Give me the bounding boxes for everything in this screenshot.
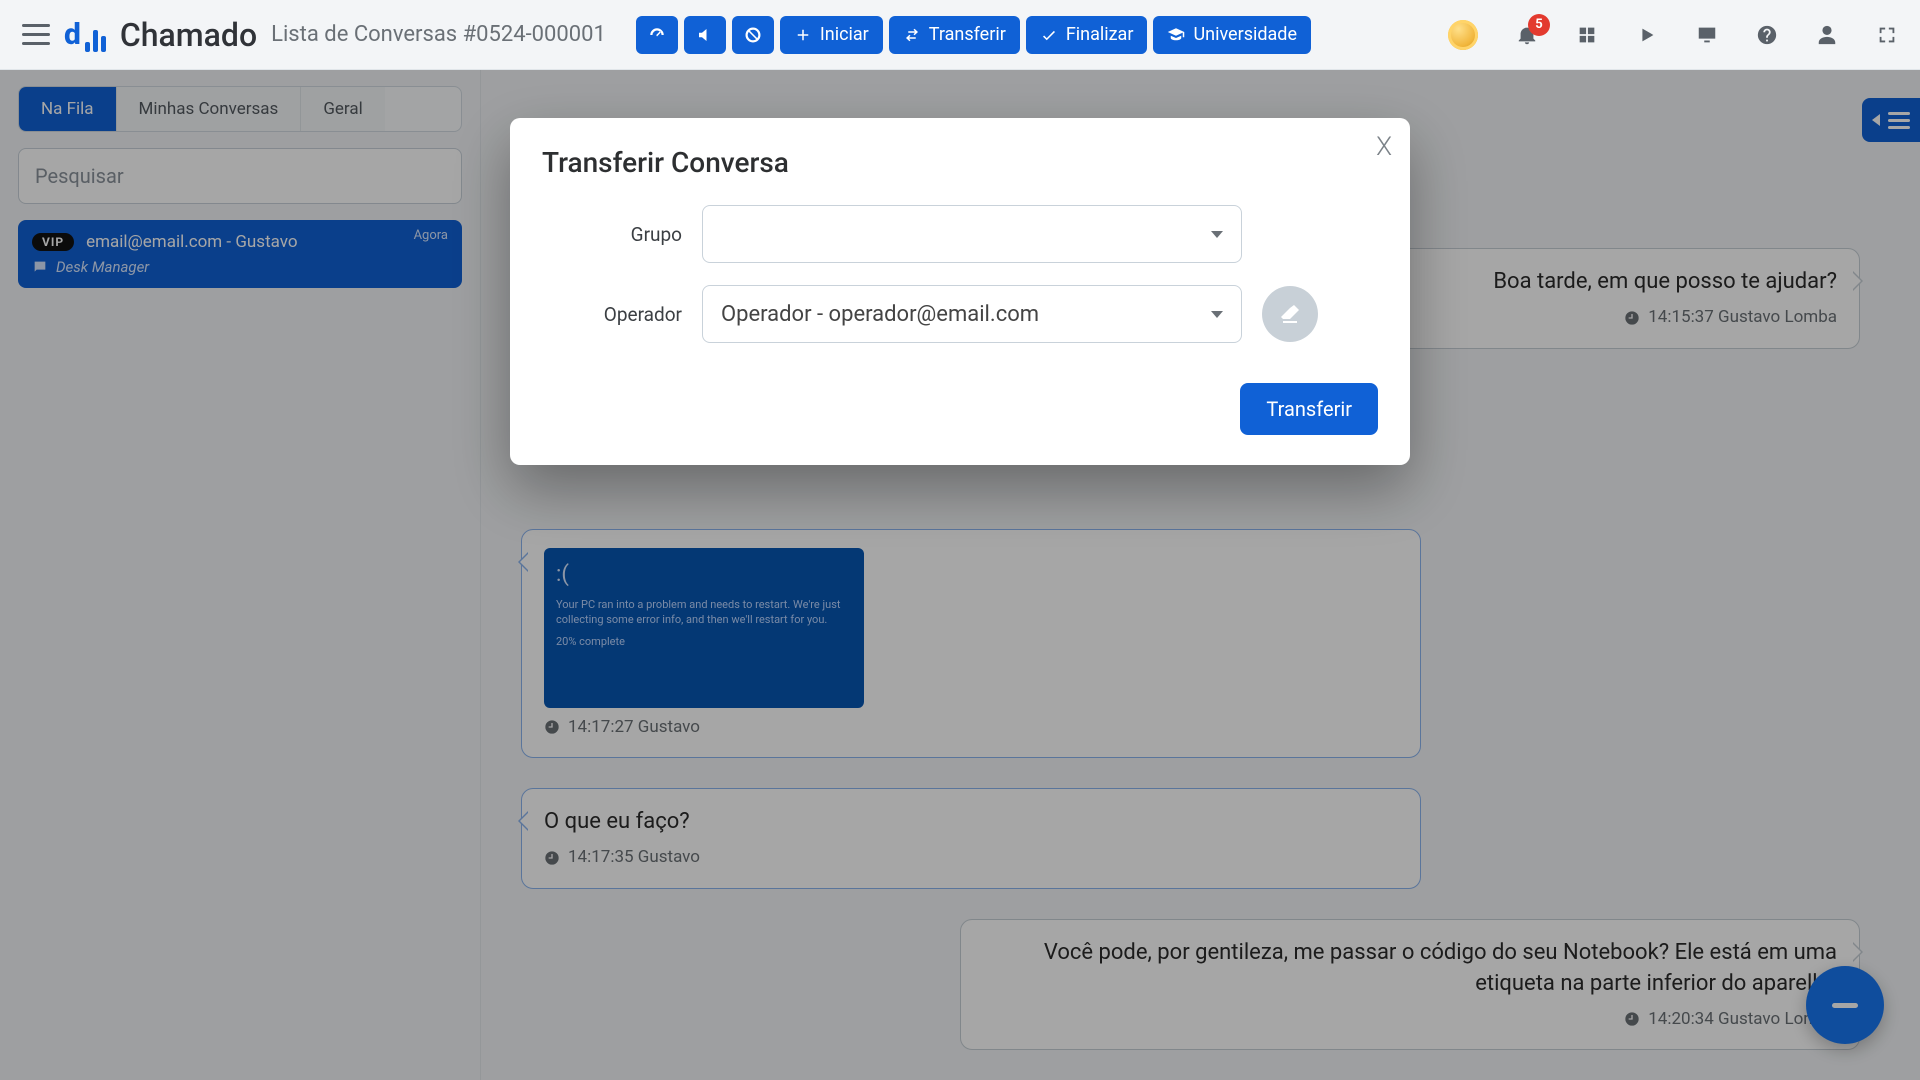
transfer-button[interactable]: Transferir (889, 16, 1020, 54)
expand-icon (1876, 24, 1898, 46)
utility-icons: 5 (1448, 20, 1898, 50)
topbar: d Chamado Lista de Conversas #0524-00000… (0, 0, 1920, 70)
coins-indicator[interactable] (1448, 20, 1478, 50)
help-icon (1756, 24, 1778, 46)
clear-operator-button[interactable] (1262, 286, 1318, 342)
dashboard-button[interactable] (636, 16, 678, 54)
form-row-operator: Operador Operador - operador@email.com (542, 285, 1378, 343)
transfer-modal: X Transferir Conversa Grupo Operador Ope… (510, 118, 1410, 465)
group-select[interactable] (702, 205, 1242, 263)
app-logo: d (64, 17, 106, 52)
chevron-down-icon (1211, 231, 1223, 238)
apps-button[interactable] (1576, 24, 1598, 46)
form-row-group: Grupo (542, 205, 1378, 263)
play-icon (1636, 24, 1658, 46)
block-button[interactable] (732, 16, 774, 54)
action-toolbar: Iniciar Transferir Finalizar Universidad… (636, 16, 1311, 54)
gauge-icon (648, 26, 666, 44)
page-title: Chamado (120, 16, 257, 54)
notifications-button[interactable]: 5 (1516, 24, 1538, 46)
play-button[interactable] (1636, 24, 1658, 46)
fullscreen-button[interactable] (1876, 24, 1898, 46)
grid-icon (1576, 24, 1598, 46)
content-area: Na Fila Minhas Conversas Geral Agora VIP… (0, 70, 1920, 1080)
chevron-down-icon (1211, 311, 1223, 318)
coin-icon (1448, 20, 1478, 50)
operator-selected-value: Operador - operador@email.com (721, 302, 1039, 327)
finish-label: Finalizar (1066, 24, 1134, 45)
plus-icon (794, 26, 812, 44)
user-button[interactable] (1816, 24, 1838, 46)
graduation-cap-icon (1167, 26, 1185, 44)
sound-button[interactable] (684, 16, 726, 54)
monitor-icon (1696, 24, 1718, 46)
university-label: Universidade (1193, 24, 1297, 45)
volume-icon (696, 26, 714, 44)
notification-badge: 5 (1528, 14, 1550, 36)
start-label: Iniciar (820, 24, 869, 45)
block-icon (744, 26, 762, 44)
university-button[interactable]: Universidade (1153, 16, 1311, 54)
monitor-button[interactable] (1696, 24, 1718, 46)
operator-select[interactable]: Operador - operador@email.com (702, 285, 1242, 343)
check-icon (1040, 26, 1058, 44)
modal-close-button[interactable]: X (1376, 132, 1392, 162)
modal-title: Transferir Conversa (542, 146, 1378, 179)
menu-hamburger[interactable] (22, 24, 50, 45)
breadcrumb: Lista de Conversas #0524-000001 (271, 22, 606, 47)
eraser-icon (1278, 302, 1302, 326)
start-button[interactable]: Iniciar (780, 16, 883, 54)
operator-label: Operador (542, 303, 682, 326)
group-label: Grupo (542, 223, 682, 246)
modal-transfer-button[interactable]: Transferir (1240, 383, 1378, 435)
transfer-icon (903, 26, 921, 44)
transfer-label: Transferir (929, 24, 1006, 45)
help-button[interactable] (1756, 24, 1778, 46)
user-icon (1816, 24, 1838, 46)
finish-button[interactable]: Finalizar (1026, 16, 1148, 54)
